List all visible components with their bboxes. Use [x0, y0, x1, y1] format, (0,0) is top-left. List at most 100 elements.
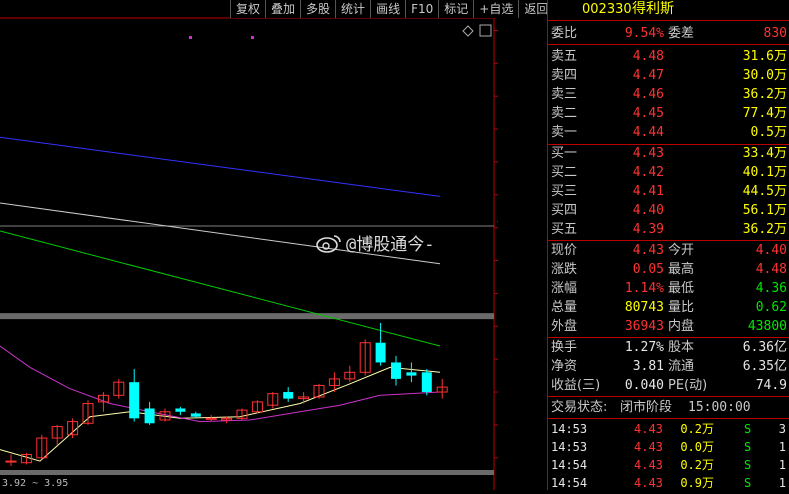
toolbar-f10[interactable]: F10	[405, 0, 438, 18]
bid-row[interactable]: 买五 4.39 36.2万	[548, 220, 789, 239]
stat-row-3: 涨幅 1.14% 最低 4.36	[548, 279, 789, 298]
tick-count: 1	[778, 458, 786, 472]
separator-band	[0, 313, 494, 320]
vr-value: 0.62	[755, 300, 787, 315]
fund-row-2: 净资 3.81 流通 6.35亿	[548, 357, 789, 376]
high-label: 最高	[668, 262, 695, 277]
eps-value: 0.040	[624, 378, 664, 393]
change-label: 涨跌	[551, 262, 578, 277]
bid-volume: 44.5万	[742, 184, 787, 199]
toolbar-overlay[interactable]: 叠加	[265, 0, 300, 18]
stock-header: 002330 得利斯	[548, 0, 789, 19]
toolbar-add-watch[interactable]: +自选	[473, 0, 518, 18]
candle-body	[283, 392, 294, 399]
box-icon	[479, 24, 492, 37]
pct-value: 1.14%	[624, 281, 664, 296]
vr-label: 量比	[668, 300, 695, 315]
tick-side: S	[744, 440, 752, 454]
tick-price: 4.43	[634, 476, 663, 490]
tick-side: S	[744, 458, 752, 472]
candle-body	[375, 342, 386, 363]
pe-value: 74.9	[755, 378, 787, 393]
toolbar-fuquan[interactable]: 复权	[230, 0, 265, 18]
bid-volume: 36.2万	[742, 222, 787, 237]
ask-row[interactable]: 卖四 4.47 30.0万	[548, 66, 789, 85]
stat-row-1: 现价 4.43 今开 4.40	[548, 241, 789, 260]
tick-side: S	[744, 476, 752, 490]
tick-time: 14:53	[551, 440, 588, 454]
toolbar-draw[interactable]: 画线	[370, 0, 405, 18]
tick-price: 4.43	[634, 422, 663, 436]
stat-row-4: 总量 80743 量比 0.62	[548, 298, 789, 317]
bid-price: 4.41	[632, 184, 664, 199]
ratio-value: 9.54%	[624, 26, 664, 41]
tick-price: 4.43	[634, 458, 663, 472]
tick-row[interactable]: 14:54 4.43 0.2万 S 1	[548, 455, 789, 475]
candle-body	[190, 413, 201, 417]
ask-label: 卖一	[551, 125, 578, 140]
toolbar-multi[interactable]: 多股	[300, 0, 335, 18]
tick-row[interactable]: 14:53 4.43 0.0万 S 1	[548, 437, 789, 457]
tick-volume: 0.9万	[680, 476, 714, 490]
ask-row[interactable]: 卖三 4.46 36.2万	[548, 85, 789, 104]
tick-count: 3	[778, 422, 786, 436]
turnover-value: 1.27%	[624, 340, 664, 355]
watermark: @博股通今-	[316, 230, 434, 255]
tick-time: 14:54	[551, 476, 588, 490]
marker-dot	[251, 36, 254, 39]
ask-volume: 31.6万	[742, 49, 787, 64]
tick-side: S	[744, 422, 752, 436]
bid-price: 4.40	[632, 203, 664, 218]
ask-row[interactable]: 卖一 4.44 0.5万	[548, 123, 789, 142]
float-label: 流通	[668, 359, 695, 374]
tick-volume: 0.2万	[680, 458, 714, 472]
ask-row[interactable]: 卖五 4.48 31.6万	[548, 47, 789, 66]
float-value: 6.35亿	[742, 359, 787, 374]
committee-row: 委比 9.54% 委差 830	[548, 24, 789, 43]
bid-row[interactable]: 买二 4.42 40.1万	[548, 163, 789, 182]
ask-label: 卖三	[551, 87, 578, 102]
ask-volume: 0.5万	[750, 125, 787, 140]
bid-price: 4.43	[632, 146, 664, 161]
bid-price: 4.39	[632, 222, 664, 237]
bid-label: 买五	[551, 222, 578, 237]
shares-value: 6.36亿	[742, 340, 787, 355]
toolbar-stats[interactable]: 统计	[335, 0, 370, 18]
candle-body	[5, 460, 17, 463]
trade-status-time: 15:00:00	[688, 400, 751, 415]
bid-row[interactable]: 买一 4.43 33.4万	[548, 144, 789, 163]
tick-time: 14:53	[551, 422, 588, 436]
open-value: 4.40	[755, 243, 787, 258]
tick-row[interactable]: 14:53 4.43 0.2万 S 3	[548, 419, 789, 439]
vol-label: 总量	[551, 300, 578, 315]
marker-dot	[189, 36, 192, 39]
bid-volume: 56.1万	[742, 203, 787, 218]
price-value: 4.43	[632, 243, 664, 258]
ask-label: 卖五	[551, 49, 578, 64]
bid-price: 4.42	[632, 165, 664, 180]
ask-row[interactable]: 卖二 4.45 77.4万	[548, 104, 789, 123]
inner-value: 43800	[747, 319, 787, 334]
ask-volume: 30.0万	[742, 68, 787, 83]
low-value: 4.36	[755, 281, 787, 296]
change-value: 0.05	[632, 262, 664, 277]
ask-volume: 36.2万	[742, 87, 787, 102]
bid-row[interactable]: 买三 4.41 44.5万	[548, 182, 789, 201]
turnover-label: 换手	[551, 340, 578, 355]
ask-price: 4.47	[632, 68, 664, 83]
stock-code: 002330	[582, 2, 632, 17]
ask-price: 4.48	[632, 49, 664, 64]
tick-row[interactable]: 14:54 4.43 0.9万 S 1	[548, 473, 789, 493]
diff-label: 委差	[668, 26, 695, 41]
ask-label: 卖二	[551, 106, 578, 121]
nav-value: 3.81	[632, 359, 664, 374]
toolbar-mark[interactable]: 标记	[438, 0, 473, 18]
bid-row[interactable]: 买四 4.40 56.1万	[548, 201, 789, 220]
ask-label: 卖四	[551, 68, 578, 83]
tick-time: 14:54	[551, 458, 588, 472]
bid-label: 买二	[551, 165, 578, 180]
pe-label: PE(动)	[668, 378, 708, 393]
tick-count: 1	[778, 476, 786, 490]
ratio-label: 委比	[551, 26, 578, 41]
candle-body	[205, 417, 217, 420]
